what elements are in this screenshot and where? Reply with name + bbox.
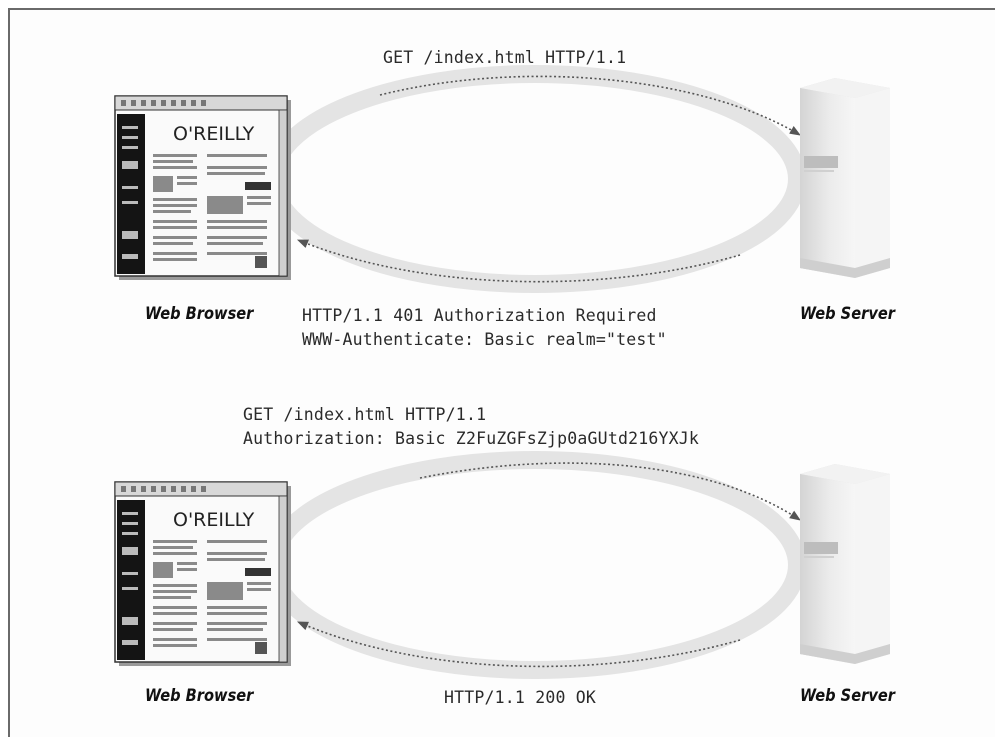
server-tower-icon <box>800 464 890 664</box>
exchange-2-flow <box>264 451 806 679</box>
exchange-2-response-line-1: HTTP/1.1 200 OK <box>444 688 597 707</box>
diagram-canvas: O'REILLY O'REILLY <box>114 65 890 679</box>
exchange-2-client-label: Web Browser <box>145 686 254 706</box>
oreilly-logo-text: O'REILLY <box>173 123 255 145</box>
exchange-1-response-line-2: WWW-Authenticate: Basic realm="test" <box>302 330 667 349</box>
exchange-2-request-line-2: Authorization: Basic Z2FuZGFsZjp0aGUtd21… <box>243 429 700 448</box>
exchange-2-server-label: Web Server <box>800 686 895 706</box>
exchange-1-flow <box>264 65 806 293</box>
exchange-1-response-line-1: HTTP/1.1 401 Authorization Required <box>302 306 657 325</box>
server-tower-icon <box>800 78 890 278</box>
exchange-1-request-line-1: GET /index.html HTTP/1.1 <box>383 48 627 67</box>
browser-window-icon: O'REILLY <box>114 95 291 280</box>
browser-window-icon: O'REILLY <box>114 481 291 666</box>
exchange-1-ring <box>264 65 806 293</box>
exchange-2-ring <box>264 451 806 679</box>
oreilly-logo-text: O'REILLY <box>173 509 255 531</box>
exchange-1-server-label: Web Server <box>800 304 895 324</box>
exchange-1-client-label: Web Browser <box>145 304 254 324</box>
exchange-2-request-line-1: GET /index.html HTTP/1.1 <box>243 405 487 424</box>
